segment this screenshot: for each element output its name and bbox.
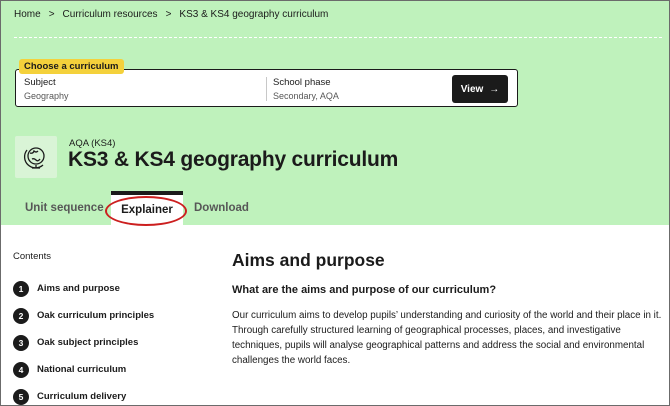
breadcrumb-home[interactable]: Home (14, 9, 41, 20)
item-number: 3 (13, 334, 29, 351)
subject-label: Subject (24, 77, 56, 88)
view-button[interactable]: View → (452, 75, 508, 103)
contents-item-label: Oak curriculum principles (37, 310, 155, 321)
section-paragraph: Our curriculum aims to develop pupils’ u… (232, 310, 662, 366)
breadcrumb-separator: > (48, 9, 55, 20)
tab-download[interactable]: Download (194, 191, 249, 225)
breadcrumb: Home > Curriculum resources > KS3 & KS4 … (14, 9, 328, 20)
subject-value: Geography (24, 91, 69, 101)
contents-item[interactable]: 5 Curriculum delivery (13, 383, 154, 405)
page-title: KS3 & KS4 geography curriculum (68, 148, 399, 171)
breadcrumb-curriculum-resources[interactable]: Curriculum resources (63, 9, 158, 20)
globe-icon (23, 147, 45, 169)
item-number: 4 (13, 361, 29, 378)
choose-curriculum-chip: Choose a curriculum (19, 59, 124, 74)
contents-item[interactable]: 1 Aims and purpose (13, 275, 154, 302)
item-number: 1 (13, 280, 29, 297)
contents-heading: Contents (13, 251, 52, 262)
phase-value: Secondary, AQA (273, 91, 339, 101)
tab-bar: Unit sequence Explainer Download (1, 191, 669, 225)
item-number: 5 (13, 388, 29, 405)
view-button-label: View (460, 83, 484, 95)
breadcrumb-current[interactable]: KS3 & KS4 geography curriculum (179, 9, 328, 20)
phase-selector[interactable]: School phase Secondary, AQA (273, 77, 339, 101)
arrow-right-icon: → (489, 83, 500, 95)
subject-icon-tile (15, 136, 57, 178)
tab-explainer[interactable]: Explainer (111, 191, 183, 225)
phase-label: School phase (273, 77, 331, 88)
subject-selector[interactable]: Subject Geography (24, 77, 69, 101)
section-heading: Aims and purpose (232, 250, 385, 270)
contents-list: 1 Aims and purpose 2 Oak curriculum princi… (13, 275, 154, 405)
contents-item-label: Oak subject principles (37, 337, 139, 348)
hero-header: Home > Curriculum resources > KS3 & KS4 … (1, 1, 669, 225)
item-number: 2 (13, 307, 29, 324)
field-divider (266, 77, 267, 101)
contents-item-label: National curriculum (37, 364, 127, 375)
divider (14, 37, 662, 38)
contents-item[interactable]: 4 National curriculum (13, 356, 154, 383)
contents-item[interactable]: 3 Oak subject principles (13, 329, 154, 356)
curriculum-chooser: Subject Geography School phase Secondary… (15, 69, 518, 107)
contents-item[interactable]: 2 Oak curriculum principles (13, 302, 154, 329)
contents-item-label: Aims and purpose (37, 283, 120, 294)
breadcrumb-separator: > (165, 9, 172, 20)
contents-item-label: Curriculum delivery (37, 391, 127, 402)
page-frame: Home > Curriculum resources > KS3 & KS4 … (0, 0, 670, 406)
tab-unit-sequence[interactable]: Unit sequence (25, 191, 104, 225)
section-subheading: What are the aims and purpose of our cur… (232, 284, 497, 296)
